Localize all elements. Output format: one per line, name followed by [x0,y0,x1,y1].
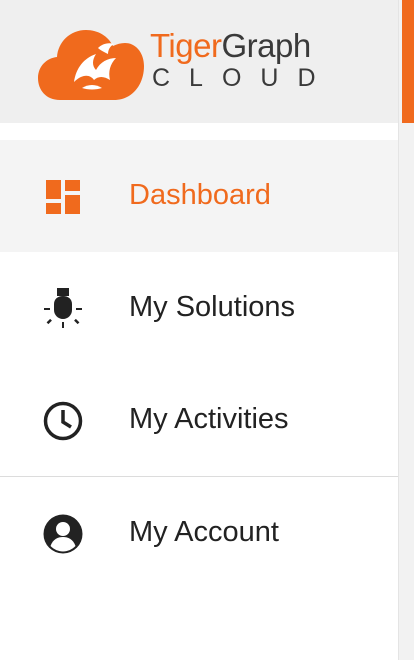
sidebar-nav: Dashboard My Solutions My Activities My … [0,140,398,589]
sidebar-item-my-activities[interactable]: My Activities [0,364,398,476]
sidebar-item-dashboard[interactable]: Dashboard [0,140,398,252]
sidebar: TigerGraph CLOUD Dashboard My Solutions … [0,0,398,660]
brand-name-tiger: Tiger [150,27,222,64]
brand-tagline: CLOUD [152,64,335,92]
sidebar-item-my-account[interactable]: My Account [0,477,398,589]
sidebar-item-my-solutions[interactable]: My Solutions [0,252,398,364]
clock-icon [43,401,83,441]
lightbulb-icon [44,288,82,328]
tiger-cloud-logo-icon [38,30,144,100]
sidebar-item-label: My Activities [129,403,289,435]
dashboard-icon [46,180,80,214]
account-circle-icon [43,514,83,554]
header-accent-bar [402,0,414,123]
logo-header[interactable]: TigerGraph CLOUD [0,0,398,123]
sidebar-item-label: My Solutions [129,291,296,323]
brand-name: TigerGraph [150,28,311,64]
brand-name-graph: Graph [221,27,311,64]
sidebar-item-label: My Account [129,516,279,548]
sidebar-item-label: Dashboard [129,179,271,211]
app-window: TigerGraph CLOUD Dashboard My Solutions … [0,0,414,660]
